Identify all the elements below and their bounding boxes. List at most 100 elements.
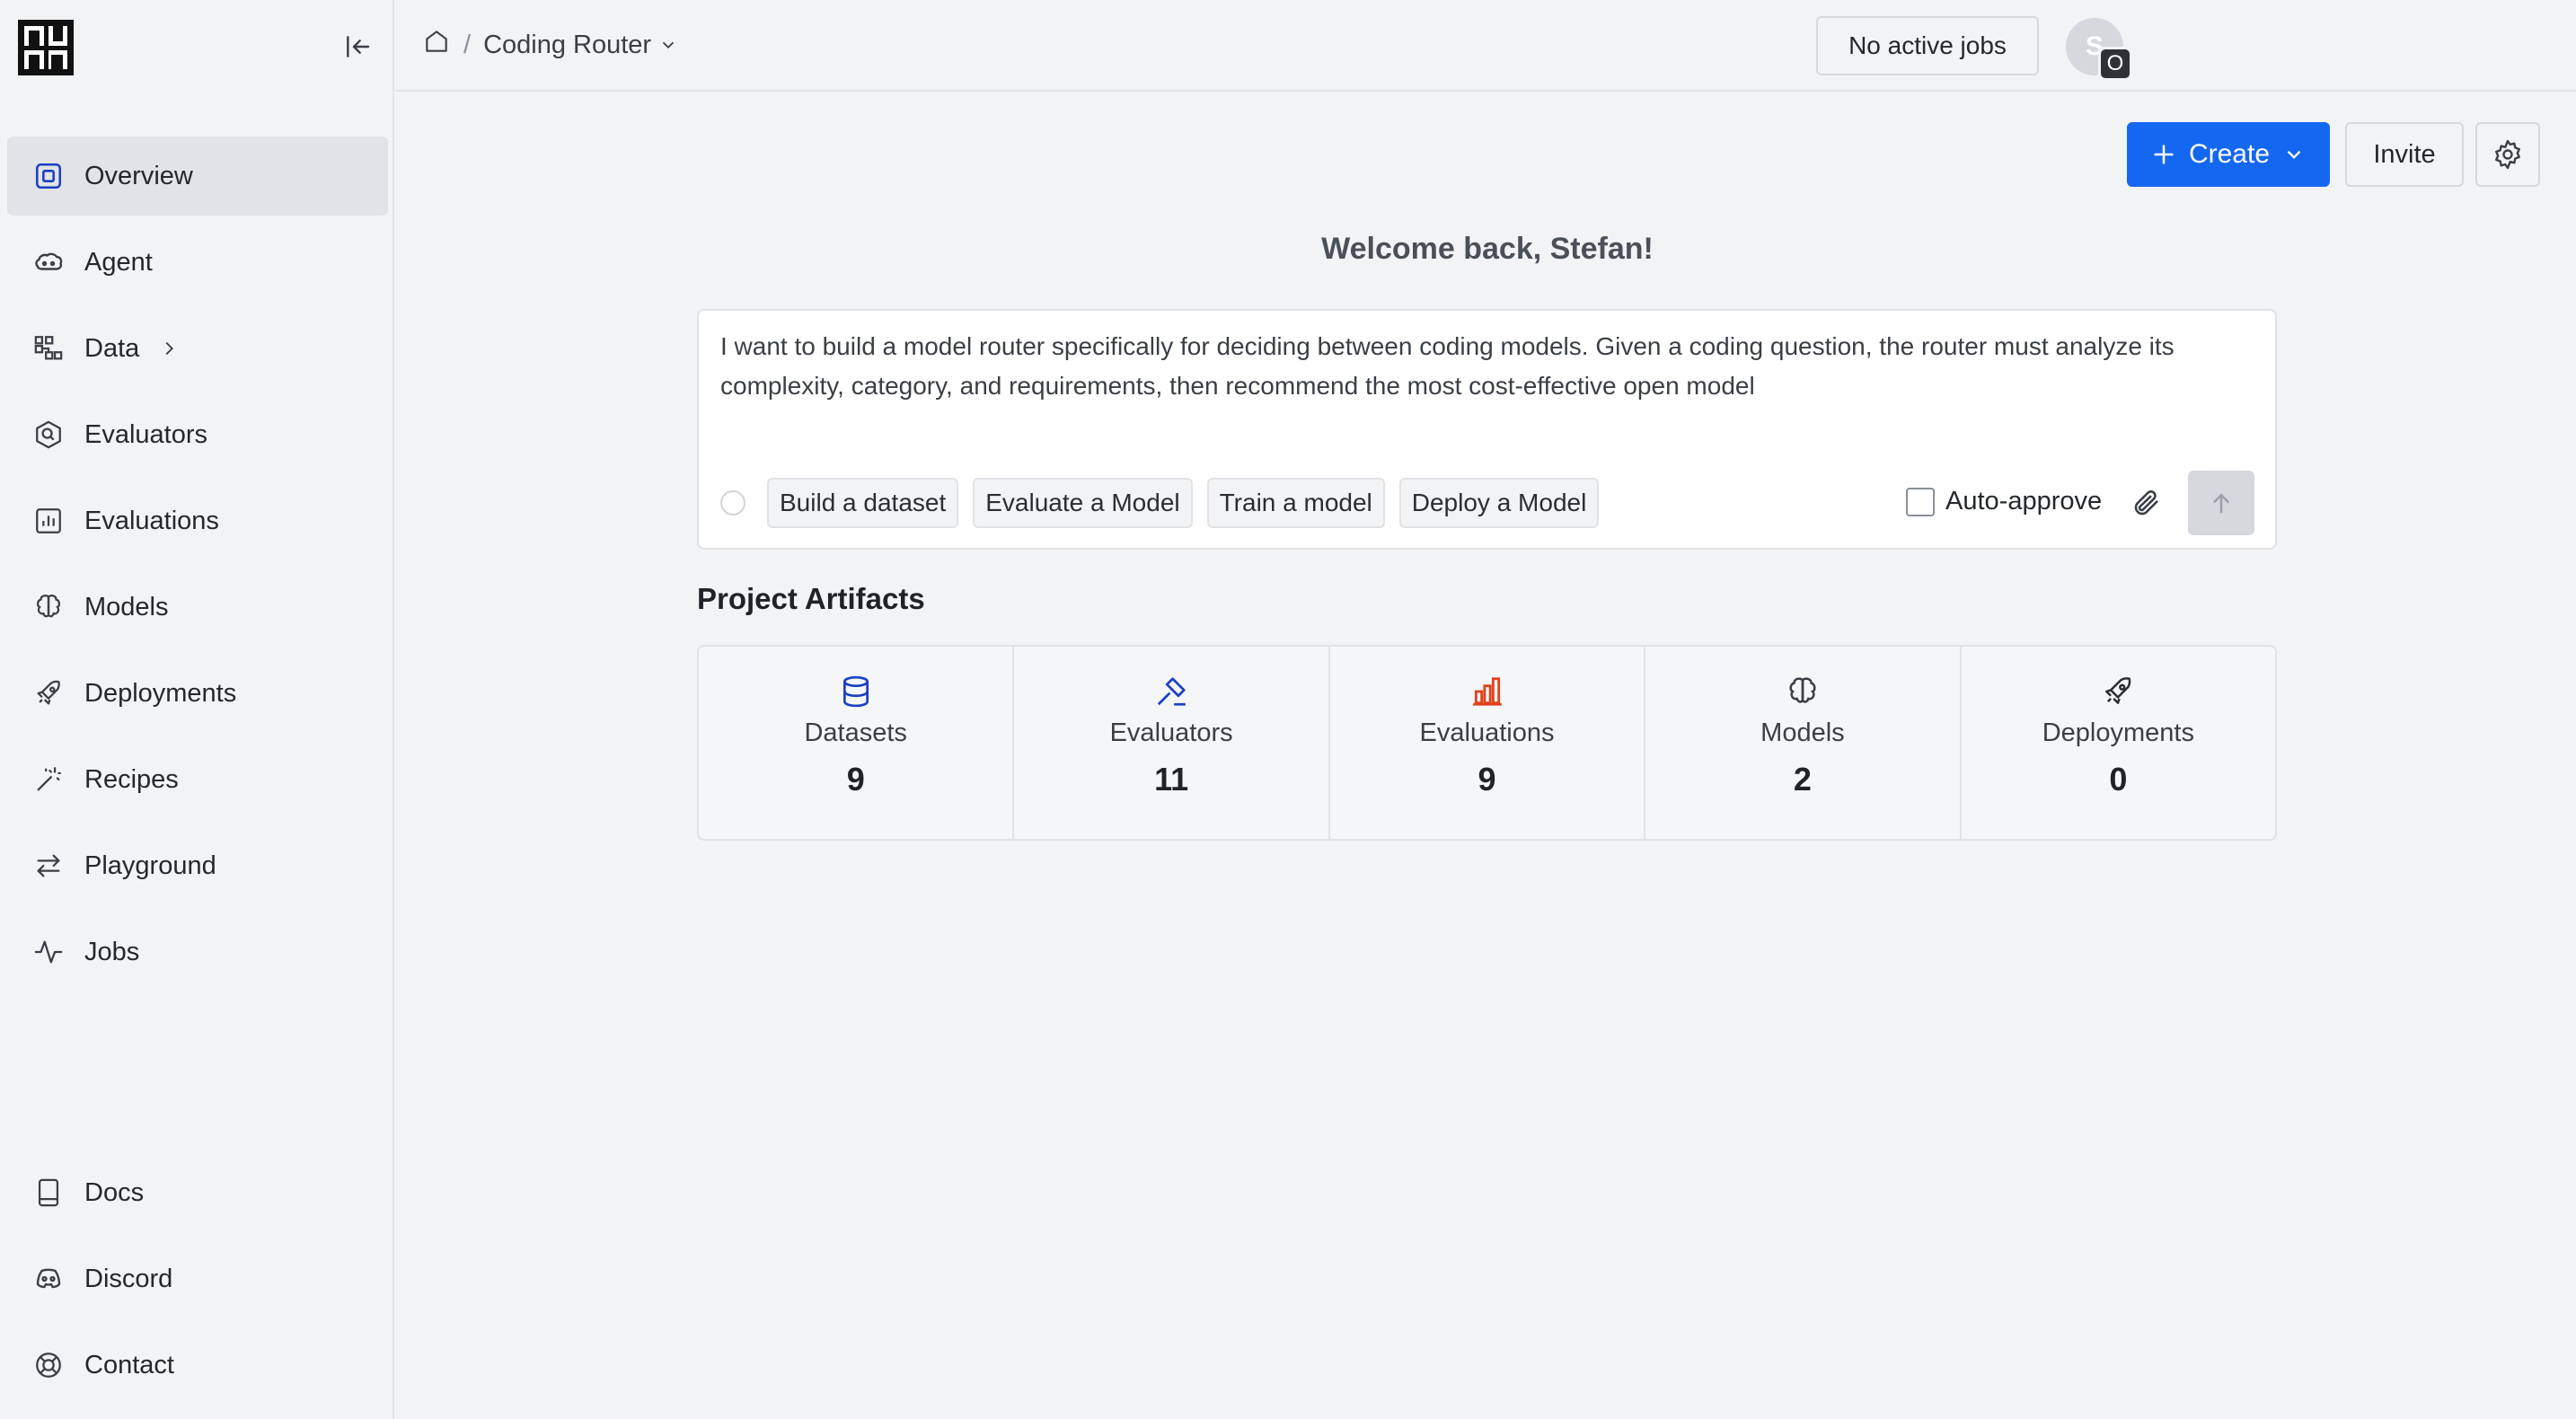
sidebar-item-label: Evaluations xyxy=(84,506,219,535)
brain-icon xyxy=(1786,674,1820,710)
sidebar-item-docs[interactable]: Docs xyxy=(7,1153,388,1232)
artifact-deployments[interactable]: Deployments 0 xyxy=(1962,647,2275,839)
send-button[interactable] xyxy=(2188,471,2254,535)
sidebar-item-deployments[interactable]: Deployments xyxy=(7,654,388,733)
create-button[interactable]: Create xyxy=(2127,122,2330,187)
sidebar-item-playground[interactable]: Playground xyxy=(7,826,388,905)
artifact-count: 0 xyxy=(2109,761,2128,798)
sidebar-item-label: Jobs xyxy=(84,937,140,966)
prompt-input[interactable]: I want to build a model router specifica… xyxy=(720,327,2247,406)
sidebar-item-label: Docs xyxy=(84,1177,145,1207)
artifact-evaluators[interactable]: Evaluators 11 xyxy=(1014,647,1330,839)
chevron-down-icon xyxy=(662,41,675,49)
sidebar-item-label: Evaluators xyxy=(84,419,208,449)
sidebar-item-evaluators[interactable]: Evaluators xyxy=(7,395,388,474)
playground-icon xyxy=(31,848,66,884)
chip-deploy-model[interactable]: Deploy a Model xyxy=(1398,478,1600,528)
discord-icon xyxy=(31,1261,66,1297)
sidebar-item-label: Models xyxy=(84,592,169,621)
chip-train-model[interactable]: Train a model xyxy=(1206,478,1385,528)
recipes-icon xyxy=(31,762,66,798)
artifact-models[interactable]: Models 2 xyxy=(1645,647,1962,839)
arrow-up-icon xyxy=(2213,493,2229,514)
sidebar-item-label: Recipes xyxy=(84,764,179,794)
sidebar-item-jobs[interactable]: Jobs xyxy=(7,912,388,992)
gear-icon xyxy=(2495,139,2520,170)
top-bar: / Coding Router xyxy=(395,0,2576,92)
auto-approve-toggle[interactable]: Auto-approve xyxy=(1906,487,2102,516)
sidebar-item-label: Data xyxy=(84,333,140,363)
chevron-down-icon xyxy=(2287,150,2301,159)
breadcrumb: / Coding Router xyxy=(422,27,678,63)
artifact-label: Models xyxy=(1760,718,1845,747)
jobs-status-button[interactable]: No active jobs xyxy=(1816,16,2039,75)
sidebar-item-models[interactable]: Models xyxy=(7,568,388,647)
breadcrumb-separator: / xyxy=(463,30,472,59)
suggestion-chips: Build a dataset Evaluate a Model Train a… xyxy=(767,478,1600,528)
artifact-evaluations[interactable]: Evaluations 9 xyxy=(1330,647,1646,839)
artifact-label: Datasets xyxy=(804,718,907,747)
gavel-icon xyxy=(1154,674,1188,710)
docs-icon xyxy=(31,1175,66,1211)
sidebar-nav: Overview Agent Data Evaluators Evaluatio… xyxy=(7,137,388,999)
project-name: Coding Router xyxy=(483,30,652,59)
sidebar-item-overview[interactable]: Overview xyxy=(7,137,388,216)
sidebar-item-label: Agent xyxy=(84,247,153,277)
plus-icon xyxy=(2154,145,2174,164)
auto-approve-label: Auto-approve xyxy=(1945,487,2103,516)
home-icon[interactable] xyxy=(422,27,451,63)
chevron-right-icon[interactable] xyxy=(159,339,179,358)
sidebar-item-agent[interactable]: Agent xyxy=(7,223,388,302)
sidebar-item-label: Deployments xyxy=(84,678,237,708)
org-badge[interactable]: O xyxy=(2098,47,2132,81)
artifact-count: 11 xyxy=(1154,761,1189,798)
artifact-count: 9 xyxy=(846,761,865,798)
lifebuoy-icon xyxy=(31,1347,66,1383)
models-icon xyxy=(31,589,66,625)
auto-approve-checkbox[interactable] xyxy=(1906,487,1935,516)
sidebar-item-label: Playground xyxy=(84,851,216,880)
agent-prompt-box: I want to build a model router specifica… xyxy=(697,309,2277,550)
chip-evaluate-model[interactable]: Evaluate a Model xyxy=(973,478,1193,528)
bar-chart-icon xyxy=(1470,674,1504,710)
sidebar-item-data[interactable]: Data xyxy=(7,309,388,388)
invite-button[interactable]: Invite xyxy=(2345,122,2464,187)
artifact-label: Evaluators xyxy=(1109,718,1233,747)
collapse-sidebar-button[interactable] xyxy=(340,29,375,65)
chip-build-dataset[interactable]: Build a dataset xyxy=(767,478,959,528)
attach-button[interactable] xyxy=(2129,485,2165,521)
agent-icon xyxy=(31,244,66,280)
rocket-icon xyxy=(2101,674,2135,710)
artifact-datasets[interactable]: Datasets 9 xyxy=(699,647,1015,839)
sidebar-item-label: Overview xyxy=(84,161,193,190)
paperclip-icon xyxy=(2134,490,2158,516)
evaluations-icon xyxy=(31,503,66,539)
oumi-logo[interactable] xyxy=(18,20,74,75)
database-icon xyxy=(839,674,873,710)
overview-icon xyxy=(31,158,66,194)
welcome-heading: Welcome back, Stefan! xyxy=(1321,232,1654,266)
artifact-label: Deployments xyxy=(2042,718,2194,747)
deployments-icon xyxy=(31,675,66,711)
artifact-count: 2 xyxy=(1793,761,1812,798)
sidebar-item-label: Discord xyxy=(84,1264,173,1293)
jobs-icon xyxy=(31,934,66,970)
sidebar-item-contact[interactable]: Contact xyxy=(7,1326,388,1405)
settings-button[interactable] xyxy=(2475,122,2540,187)
sidebar-item-discord[interactable]: Discord xyxy=(7,1239,388,1318)
sidebar-footer-nav: Docs Discord Contact xyxy=(7,1153,388,1412)
project-selector[interactable]: Coding Router xyxy=(483,31,678,60)
mode-radio[interactable] xyxy=(720,490,745,516)
sidebar: Overview Agent Data Evaluators Evaluatio… xyxy=(0,0,394,1419)
sidebar-item-evaluations[interactable]: Evaluations xyxy=(7,481,388,560)
project-artifacts-panel: Datasets 9 Evaluators 11 Evaluations 9 M… xyxy=(697,645,2277,841)
collapse-left-icon xyxy=(347,36,370,57)
project-artifacts-heading: Project Artifacts xyxy=(697,582,925,615)
evaluators-icon xyxy=(31,417,66,453)
create-label: Create xyxy=(2188,139,2271,169)
sidebar-item-recipes[interactable]: Recipes xyxy=(7,740,388,819)
artifact-count: 9 xyxy=(1478,761,1496,798)
artifact-label: Evaluations xyxy=(1419,718,1555,747)
sidebar-item-label: Contact xyxy=(84,1350,174,1379)
data-icon xyxy=(31,331,66,366)
